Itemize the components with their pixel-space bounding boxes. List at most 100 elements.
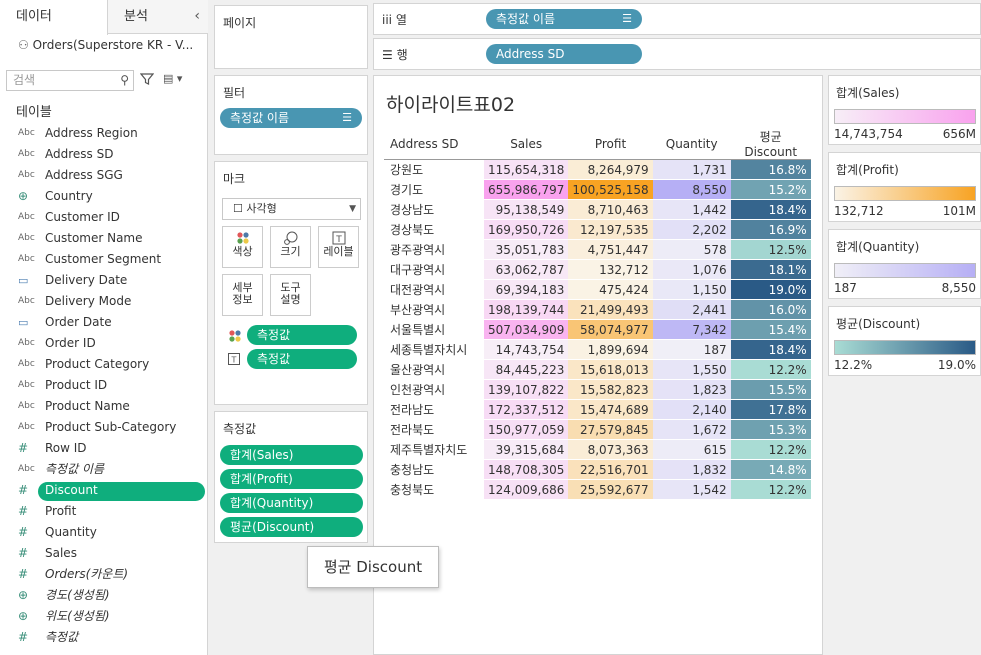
field-item[interactable]: ⊕ 경도(생성됨) xyxy=(0,585,208,606)
cell-sales[interactable]: 507,034,909 xyxy=(484,319,569,340)
measure-pill-profit[interactable]: 합계(Profit) xyxy=(220,469,363,489)
viz-canvas[interactable]: 하이라이트표02 Address SD Sales Profit Quantit… xyxy=(373,75,823,655)
cell-address-sd[interactable]: 전라남도 xyxy=(384,399,484,420)
detail-mark-button[interactable]: 세부 정보 xyxy=(222,274,263,316)
cell-address-sd[interactable]: 세종특별자치시 xyxy=(384,339,484,360)
collapse-pane-icon[interactable]: ‹ xyxy=(194,8,200,24)
field-item[interactable]: # Orders(카운트) xyxy=(0,564,208,585)
cell-sales[interactable]: 63,062,787 xyxy=(484,259,569,280)
cell-discount[interactable]: 17.8% xyxy=(730,399,811,420)
legend-sales[interactable]: 합계(Sales) 14,743,754 656M xyxy=(828,75,981,145)
field-item[interactable]: Abc Address SGG xyxy=(0,165,208,186)
cell-profit[interactable]: 22,516,701 xyxy=(568,459,653,480)
field-item[interactable]: # Quantity xyxy=(0,522,208,543)
filter-icon[interactable] xyxy=(139,72,155,89)
legend-quantity[interactable]: 합계(Quantity) 187 8,550 xyxy=(828,229,981,299)
cell-sales[interactable]: 655,986,797 xyxy=(484,179,569,200)
cell-quantity[interactable]: 2,441 xyxy=(652,299,731,320)
field-item[interactable]: ▭ Order Date xyxy=(0,312,208,333)
measure-pill-discount[interactable]: 평균(Discount) xyxy=(220,517,363,537)
field-item[interactable]: Abc 측정값 이름 xyxy=(0,459,208,480)
field-item[interactable]: # Profit xyxy=(0,501,208,522)
field-item[interactable]: ⊕ Country xyxy=(0,186,208,207)
cell-sales[interactable]: 69,394,183 xyxy=(484,279,569,300)
cell-profit[interactable]: 8,264,979 xyxy=(568,159,653,180)
cell-address-sd[interactable]: 울산광역시 xyxy=(384,359,484,380)
filters-card[interactable]: 필터 측정값 이름 ☰ xyxy=(214,75,368,155)
cell-profit[interactable]: 58,074,977 xyxy=(568,319,653,340)
table-row[interactable]: 제주특별자치도 39,315,684 8,073,363 615 12.2% xyxy=(384,439,811,460)
cell-sales[interactable]: 169,950,726 xyxy=(484,219,569,240)
cell-sales[interactable]: 139,107,822 xyxy=(484,379,569,400)
rows-pill[interactable]: Address SD xyxy=(486,44,642,64)
cell-quantity[interactable]: 1,150 xyxy=(652,279,731,300)
highlight-table[interactable]: Address SD Sales Profit Quantity 평균 Disc… xyxy=(384,128,811,500)
table-row[interactable]: 충청남도 148,708,305 22,516,701 1,832 14.8% xyxy=(384,459,811,480)
cell-profit[interactable]: 100,525,158 xyxy=(568,179,653,200)
cell-discount[interactable]: 18.4% xyxy=(730,339,811,360)
table-row[interactable]: 광주광역시 35,051,783 4,751,447 578 12.5% xyxy=(384,239,811,260)
cell-discount[interactable]: 12.5% xyxy=(730,239,811,260)
pages-card[interactable]: 페이지 xyxy=(214,5,368,69)
cell-quantity[interactable]: 1,542 xyxy=(652,479,731,500)
field-item[interactable]: ⊕ 위도(생성됨) xyxy=(0,606,208,627)
field-item[interactable]: Abc Order ID xyxy=(0,333,208,354)
cell-discount[interactable]: 16.9% xyxy=(730,219,811,240)
table-row[interactable]: 대구광역시 63,062,787 132,712 1,076 18.1% xyxy=(384,259,811,280)
cell-address-sd[interactable]: 경기도 xyxy=(384,179,484,200)
cell-discount[interactable]: 19.0% xyxy=(730,279,811,300)
table-row[interactable]: 인천광역시 139,107,822 15,582,823 1,823 15.5% xyxy=(384,379,811,400)
table-row[interactable]: 서울특별시 507,034,909 58,074,977 7,342 15.4% xyxy=(384,319,811,340)
cell-profit[interactable]: 21,499,493 xyxy=(568,299,653,320)
label-measure-pill[interactable]: 측정값 xyxy=(247,349,357,369)
table-row[interactable]: 경상북도 169,950,726 12,197,535 2,202 16.9% xyxy=(384,219,811,240)
cell-quantity[interactable]: 2,140 xyxy=(652,399,731,420)
datasource[interactable]: ⚇ Orders(Superstore KR - V... xyxy=(18,38,193,52)
field-item[interactable]: Abc Address Region xyxy=(0,123,208,144)
cell-profit[interactable]: 132,712 xyxy=(568,259,653,280)
table-row[interactable]: 전라북도 150,977,059 27,579,845 1,672 15.3% xyxy=(384,419,811,440)
field-item[interactable]: Abc Product Name xyxy=(0,396,208,417)
cell-address-sd[interactable]: 충청남도 xyxy=(384,459,484,480)
cell-profit[interactable]: 1,899,694 xyxy=(568,339,653,360)
table-row[interactable]: 경기도 655,986,797 100,525,158 8,550 15.2% xyxy=(384,179,811,200)
field-search-input[interactable]: 검색 ⚲ xyxy=(6,70,134,91)
mark-type-select[interactable]: ☐ 사각형 ▼ xyxy=(222,198,361,220)
cell-quantity[interactable]: 578 xyxy=(652,239,731,260)
table-row[interactable]: 대전광역시 69,394,183 475,424 1,150 19.0% xyxy=(384,279,811,300)
cell-discount[interactable]: 12.2% xyxy=(730,479,811,500)
cell-sales[interactable]: 35,051,783 xyxy=(484,239,569,260)
field-item[interactable]: Abc Customer ID xyxy=(0,207,208,228)
cell-discount[interactable]: 15.3% xyxy=(730,419,811,440)
cell-sales[interactable]: 14,743,754 xyxy=(484,339,569,360)
cell-sales[interactable]: 95,138,549 xyxy=(484,199,569,220)
cell-discount[interactable]: 16.0% xyxy=(730,299,811,320)
cell-quantity[interactable]: 1,442 xyxy=(652,199,731,220)
cell-quantity[interactable]: 615 xyxy=(652,439,731,460)
cell-address-sd[interactable]: 대구광역시 xyxy=(384,259,484,280)
field-item[interactable]: # 측정값 xyxy=(0,627,208,648)
header-discount[interactable]: 평균 Discount xyxy=(730,128,811,160)
field-item[interactable]: ▭ Delivery Date xyxy=(0,270,208,291)
cell-sales[interactable]: 150,977,059 xyxy=(484,419,569,440)
cell-profit[interactable]: 27,579,845 xyxy=(568,419,653,440)
cell-address-sd[interactable]: 제주특별자치도 xyxy=(384,439,484,460)
cell-address-sd[interactable]: 대전광역시 xyxy=(384,279,484,300)
field-item[interactable]: Abc Customer Name xyxy=(0,228,208,249)
cell-quantity[interactable]: 7,342 xyxy=(652,319,731,340)
field-item[interactable]: # Discount xyxy=(0,480,208,501)
cell-profit[interactable]: 8,710,463 xyxy=(568,199,653,220)
legend-profit[interactable]: 합계(Profit) 132,712 101M xyxy=(828,152,981,222)
cell-quantity[interactable]: 2,202 xyxy=(652,219,731,240)
field-item[interactable]: Abc Product Sub-Category xyxy=(0,417,208,438)
table-row[interactable]: 부산광역시 198,139,744 21,499,493 2,441 16.0% xyxy=(384,299,811,320)
header-quantity[interactable]: Quantity xyxy=(652,128,731,160)
cell-quantity[interactable]: 1,550 xyxy=(652,359,731,380)
table-row[interactable]: 경상남도 95,138,549 8,710,463 1,442 18.4% xyxy=(384,199,811,220)
cell-quantity[interactable]: 1,832 xyxy=(652,459,731,480)
columns-pill[interactable]: 측정값 이름 ☰ xyxy=(486,9,642,29)
size-mark-button[interactable]: 크기 xyxy=(270,226,311,268)
filter-pill[interactable]: 측정값 이름 ☰ xyxy=(220,108,362,128)
field-item[interactable]: # Row ID xyxy=(0,438,208,459)
cell-address-sd[interactable]: 경상남도 xyxy=(384,199,484,220)
